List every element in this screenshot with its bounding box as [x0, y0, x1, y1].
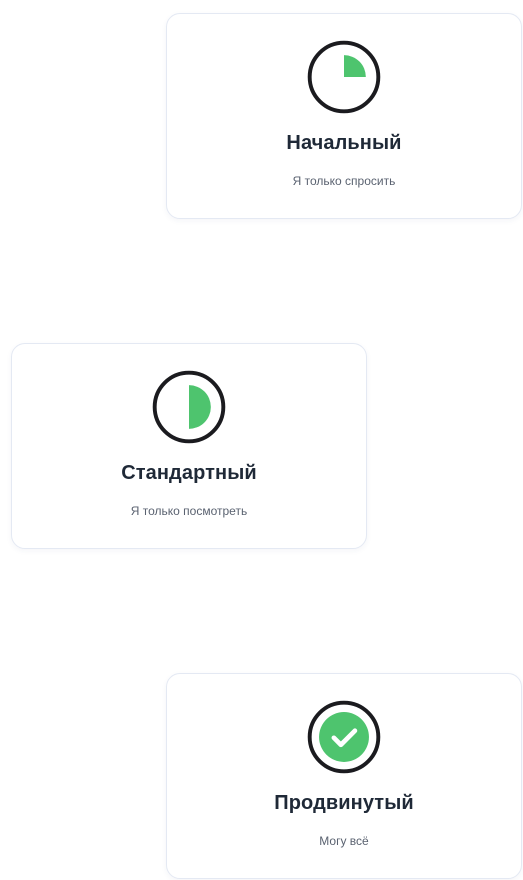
level-card-advanced[interactable]: Продвинутый Могу всё [166, 673, 522, 879]
level-title: Начальный [286, 132, 402, 154]
progress-half-icon [150, 368, 228, 446]
level-subtitle: Я только посмотреть [130, 504, 248, 518]
progress-quarter-icon [305, 38, 383, 116]
level-card-standard[interactable]: Стандартный Я только посмотреть [11, 343, 367, 549]
level-subtitle: Я только спросить [292, 174, 396, 188]
check-circle-icon [305, 698, 383, 776]
level-title: Стандартный [121, 462, 257, 484]
level-subtitle: Могу всё [319, 834, 369, 848]
level-card-basic[interactable]: Начальный Я только спросить [166, 13, 522, 219]
level-title: Продвинутый [274, 792, 414, 814]
